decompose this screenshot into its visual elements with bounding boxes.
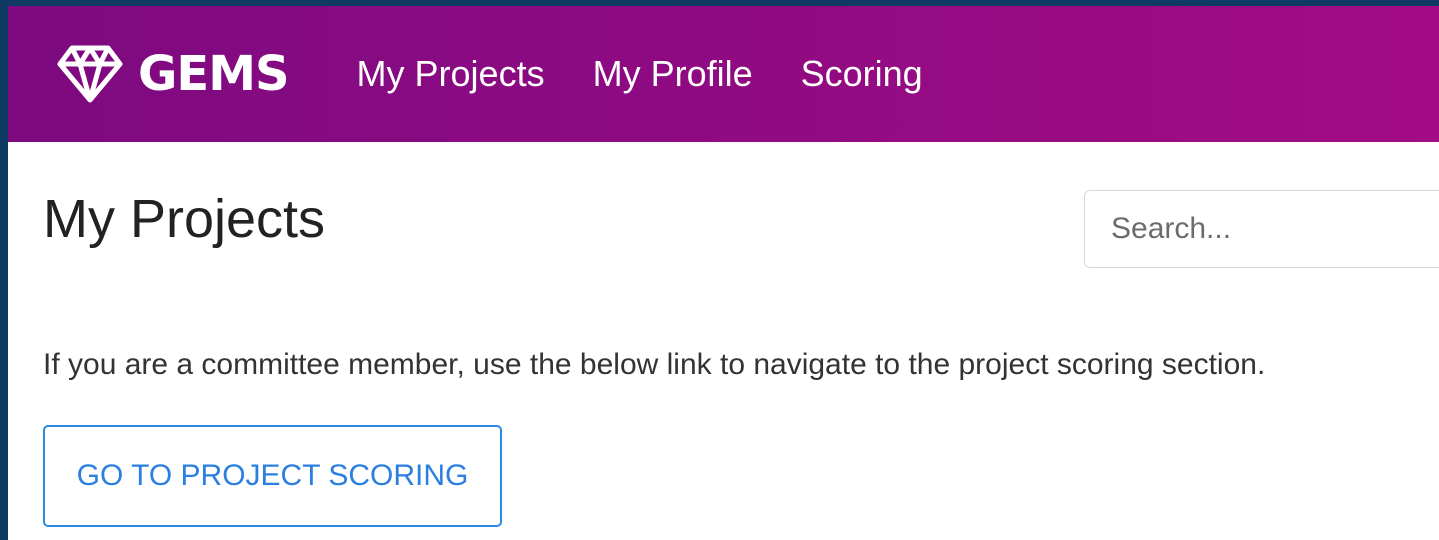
nav-links: My Projects My Profile Scoring xyxy=(357,53,971,95)
page-title: My Projects xyxy=(43,189,326,249)
diamond-icon xyxy=(56,44,124,104)
go-to-project-scoring-button[interactable]: GO TO PROJECT SCORING xyxy=(43,425,502,527)
brand-name: GEMS xyxy=(138,46,290,102)
info-text: If you are a committee member, use the b… xyxy=(43,348,1266,381)
brand[interactable]: GEMS xyxy=(56,44,290,104)
search-input[interactable] xyxy=(1084,190,1439,268)
app-window: GEMS My Projects My Profile Scoring My P… xyxy=(8,6,1439,540)
nav-link-my-projects[interactable]: My Projects xyxy=(357,53,545,95)
nav-link-my-profile[interactable]: My Profile xyxy=(593,53,753,95)
top-navbar: GEMS My Projects My Profile Scoring xyxy=(8,6,1439,142)
nav-link-scoring[interactable]: Scoring xyxy=(801,53,923,95)
